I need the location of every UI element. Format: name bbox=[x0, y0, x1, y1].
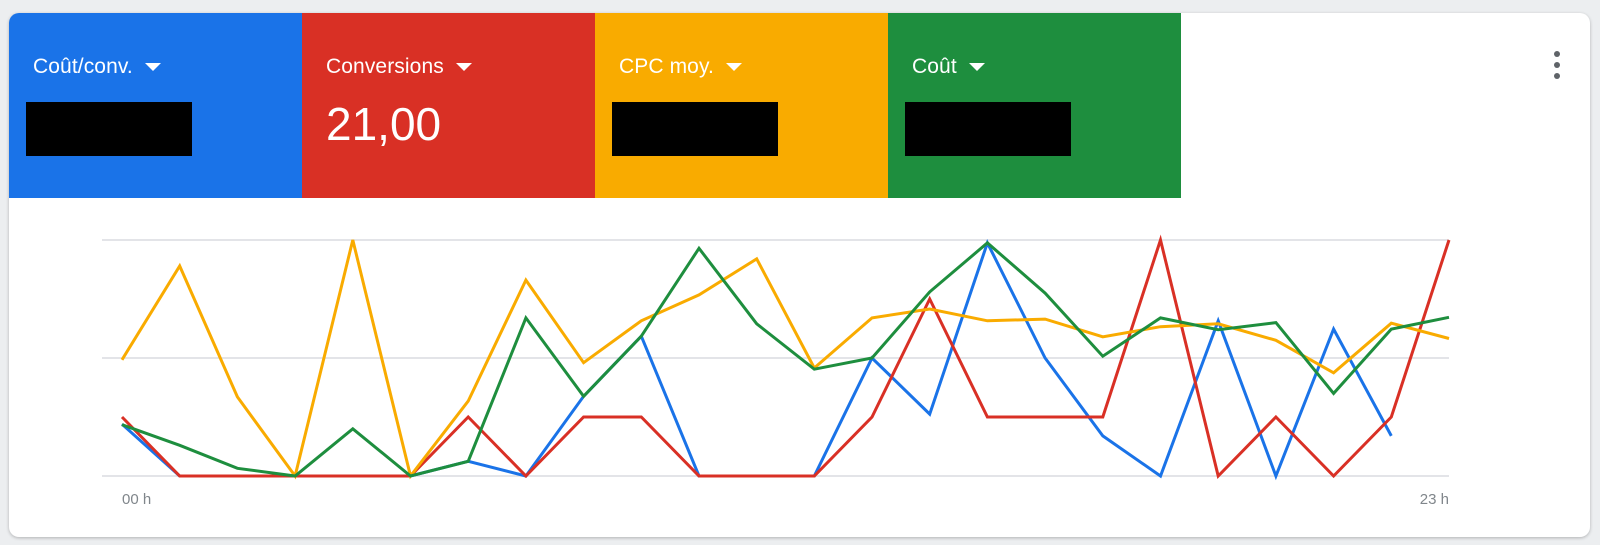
dropdown-arrow-icon bbox=[455, 63, 472, 71]
metric-label: Coût/conv. bbox=[33, 55, 133, 78]
dot bbox=[1554, 73, 1560, 79]
dot bbox=[1554, 51, 1560, 57]
redacted-value bbox=[612, 102, 778, 156]
dot bbox=[1554, 62, 1560, 68]
metric-selector[interactable]: Conversions bbox=[326, 55, 472, 79]
metric-selector[interactable]: CPC moy. bbox=[619, 55, 742, 79]
dropdown-arrow-icon bbox=[968, 63, 985, 71]
metric-label: Coût bbox=[912, 55, 957, 78]
line-chart: 00 h 23 h bbox=[102, 234, 1451, 508]
series-line-0 bbox=[120, 239, 1393, 481]
series-line-3 bbox=[121, 240, 1450, 478]
performance-card: Coût/conv. Conversions 21,00 CPC moy. Co… bbox=[9, 13, 1590, 537]
metric-tiles: Coût/conv. Conversions 21,00 CPC moy. Co… bbox=[9, 13, 1181, 198]
x-tick-label: 23 h bbox=[1420, 491, 1449, 508]
x-tick-label: 00 h bbox=[122, 491, 151, 508]
metric-selector[interactable]: Coût/conv. bbox=[33, 55, 161, 79]
metric-label: CPC moy. bbox=[619, 55, 714, 78]
redacted-value bbox=[26, 102, 192, 156]
redacted-value bbox=[905, 102, 1071, 156]
metric-tile-avg-cpc[interactable]: CPC moy. bbox=[595, 13, 888, 198]
metric-label: Conversions bbox=[326, 55, 444, 78]
more-vert-icon[interactable] bbox=[1550, 51, 1564, 79]
metric-tile-conversions[interactable]: Conversions 21,00 bbox=[302, 13, 595, 198]
metric-tile-cost[interactable]: Coût bbox=[888, 13, 1181, 198]
dropdown-arrow-icon bbox=[144, 63, 161, 71]
dropdown-arrow-icon bbox=[725, 63, 742, 71]
metric-tile-cost-per-conversion[interactable]: Coût/conv. bbox=[9, 13, 302, 198]
metric-value: 21,00 bbox=[326, 98, 442, 150]
metric-selector[interactable]: Coût bbox=[912, 55, 985, 79]
